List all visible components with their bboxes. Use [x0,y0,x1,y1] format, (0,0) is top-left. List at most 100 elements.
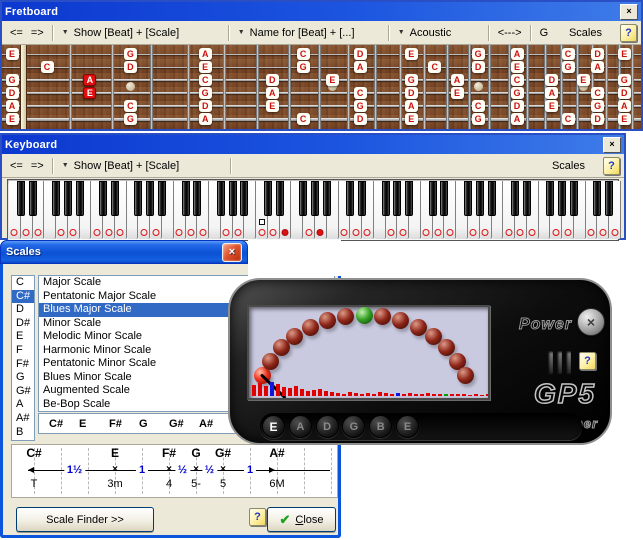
scale-note-label[interactable]: A [618,100,631,112]
black-key[interactable] [605,181,613,216]
black-key[interactable] [476,181,484,216]
black-key[interactable] [346,181,354,216]
scale-note-label[interactable]: G [472,113,485,125]
forward-button[interactable]: => [27,26,48,40]
scale-note-label[interactable]: D [124,61,137,73]
black-key[interactable] [546,181,554,216]
black-key[interactable] [182,181,190,216]
black-key[interactable] [570,181,578,216]
scale-note-label[interactable]: G [562,61,575,73]
scale-note-label[interactable]: A [511,48,524,60]
black-key[interactable] [76,181,84,216]
scale-note-label[interactable]: G [591,100,604,112]
close-icon[interactable]: × [222,243,242,262]
beat-note-label[interactable]: A [83,74,96,86]
scale-note-label[interactable]: A [545,87,558,99]
scale-note-label[interactable]: E [199,61,212,73]
black-key[interactable] [311,181,319,216]
scale-note-label[interactable]: E [451,87,464,99]
black-key[interactable] [393,181,401,216]
black-key[interactable] [240,181,248,216]
scale-note-label[interactable]: G [618,74,631,86]
black-key[interactable] [464,181,472,216]
help-icon[interactable]: ? [620,24,637,42]
root-item-A[interactable]: A [12,398,34,412]
root-item-C[interactable]: C [12,276,34,290]
scale-note-label[interactable]: A [405,100,418,112]
black-key[interactable] [299,181,307,216]
black-key[interactable] [429,181,437,216]
scale-note-label[interactable]: E [618,48,631,60]
scale-note-label[interactable]: C [562,113,575,125]
help-icon[interactable]: ? [249,508,266,526]
root-note-list[interactable]: CC#DD#EFF#GG#AA#B [11,275,35,441]
scales-button[interactable]: Scales [565,26,606,40]
back-button[interactable]: <= [6,159,27,173]
scale-note-label[interactable]: C [41,61,54,73]
black-key[interactable] [358,181,366,216]
scale-note-label[interactable]: C [354,87,367,99]
scale-note-label[interactable]: A [354,61,367,73]
scale-note-label[interactable]: A [266,87,279,99]
scale-note-label[interactable]: D [6,87,19,99]
show-dropdown[interactable]: ▼ Show [Beat] + [Scale] [58,26,224,40]
root-item-F[interactable]: F [12,344,34,358]
scale-note-label[interactable]: E [618,113,631,125]
scale-note-label[interactable]: E [511,61,524,73]
scale-note-label[interactable]: E [577,74,590,86]
back-button[interactable]: <= [6,26,27,40]
close-button[interactable]: ✔ Close [267,507,336,532]
scale-note-label[interactable]: D [591,113,604,125]
string-button-A-1[interactable]: A [289,415,312,438]
string-button-E-0[interactable]: E [262,415,285,438]
name-dropdown[interactable]: ▼ Name for [Beat] + [...] [234,26,384,40]
close-icon[interactable]: × [603,137,621,153]
scale-note-label[interactable]: C [199,74,212,86]
scale-note-label[interactable]: D [472,61,485,73]
scale-note-label[interactable]: G [511,87,524,99]
black-key[interactable] [511,181,519,216]
scale-note-label[interactable]: C [297,113,310,125]
scale-note-label[interactable]: D [266,74,279,86]
scale-note-label[interactable]: D [354,48,367,60]
scale-note-label[interactable]: D [354,113,367,125]
black-key[interactable] [193,181,201,216]
scale-note-label[interactable]: C [511,74,524,86]
black-key[interactable] [593,181,601,216]
scale-note-label[interactable]: G [199,87,212,99]
scale-note-label[interactable]: G [6,74,19,86]
black-key[interactable] [217,181,225,216]
black-key[interactable] [134,181,142,216]
scale-note-label[interactable]: D [618,87,631,99]
keyboard-titlebar[interactable]: Keyboard × [2,135,624,154]
scale-note-label[interactable]: G [124,113,137,125]
root-item-E[interactable]: E [12,330,34,344]
scale-note-label[interactable]: D [545,74,558,86]
black-key[interactable] [99,181,107,216]
scale-note-label[interactable]: A [199,113,212,125]
scale-note-label[interactable]: A [451,74,464,86]
scale-note-label[interactable]: G [297,61,310,73]
scale-note-label[interactable]: D [405,87,418,99]
black-key[interactable] [229,181,237,216]
black-key[interactable] [146,181,154,216]
root-item-D[interactable]: D [12,303,34,317]
scale-note-label[interactable]: A [199,48,212,60]
scale-note-label[interactable]: C [428,61,441,73]
scale-note-label[interactable]: E [266,100,279,112]
scales-button[interactable]: Scales [548,159,589,173]
black-key[interactable] [558,181,566,216]
scale-note-label[interactable]: D [511,100,524,112]
forward-button[interactable]: => [27,159,48,173]
black-key[interactable] [29,181,37,216]
scale-note-label[interactable]: E [545,100,558,112]
black-key[interactable] [64,181,72,216]
root-item-B[interactable]: B [12,426,34,440]
scale-note-label[interactable]: D [199,100,212,112]
string-button-G-3[interactable]: G [342,415,365,438]
scales-titlebar[interactable]: Scales × [0,240,248,264]
root-item-F#[interactable]: F# [12,358,34,372]
scale-note-label[interactable]: C [124,100,137,112]
string-button-D-2[interactable]: D [316,415,339,438]
scale-note-label[interactable]: E [405,48,418,60]
